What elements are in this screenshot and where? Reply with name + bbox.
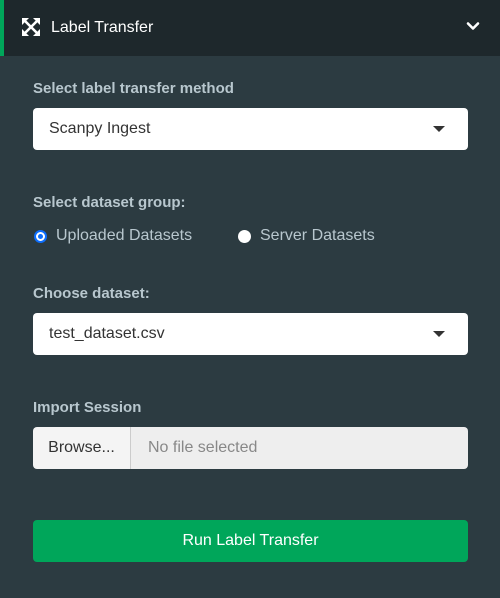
browse-button[interactable]: Browse...: [33, 427, 131, 469]
file-name-display: No file selected: [131, 427, 468, 469]
method-label: Select label transfer method: [33, 80, 234, 97]
caret-down-icon: [433, 331, 445, 337]
panel-title: Label Transfer: [51, 19, 154, 36]
dataset-select-value: test_dataset.csv: [49, 325, 165, 342]
radio-uploaded-label: Uploaded Datasets: [56, 227, 193, 244]
chevron-down-icon[interactable]: [466, 19, 480, 33]
caret-down-icon: [433, 126, 445, 132]
radio-unchecked-icon[interactable]: [238, 229, 251, 243]
import-session-file-input[interactable]: Browse... No file selected: [33, 427, 468, 469]
dataset-group-radio-group: Uploaded Datasets Server Datasets: [33, 226, 473, 246]
dataset-label: Choose dataset:: [33, 285, 150, 302]
dataset-select[interactable]: test_dataset.csv: [33, 313, 468, 355]
panel-header[interactable]: Label Transfer: [0, 0, 500, 56]
expand-arrows-icon: [21, 17, 41, 37]
run-label-transfer-button[interactable]: Run Label Transfer: [33, 520, 468, 562]
label-transfer-panel: Label Transfer Select label transfer met…: [0, 0, 500, 598]
radio-uploaded-datasets[interactable]: Uploaded Datasets: [34, 226, 192, 246]
method-select-value: Scanpy Ingest: [49, 120, 151, 137]
radio-server-datasets[interactable]: Server Datasets: [238, 226, 375, 246]
method-select[interactable]: Scanpy Ingest: [33, 108, 468, 150]
radio-checked-icon[interactable]: [34, 229, 47, 243]
radio-server-label: Server Datasets: [260, 227, 375, 244]
import-session-label: Import Session: [33, 399, 142, 416]
dataset-group-label: Select dataset group:: [33, 194, 186, 211]
